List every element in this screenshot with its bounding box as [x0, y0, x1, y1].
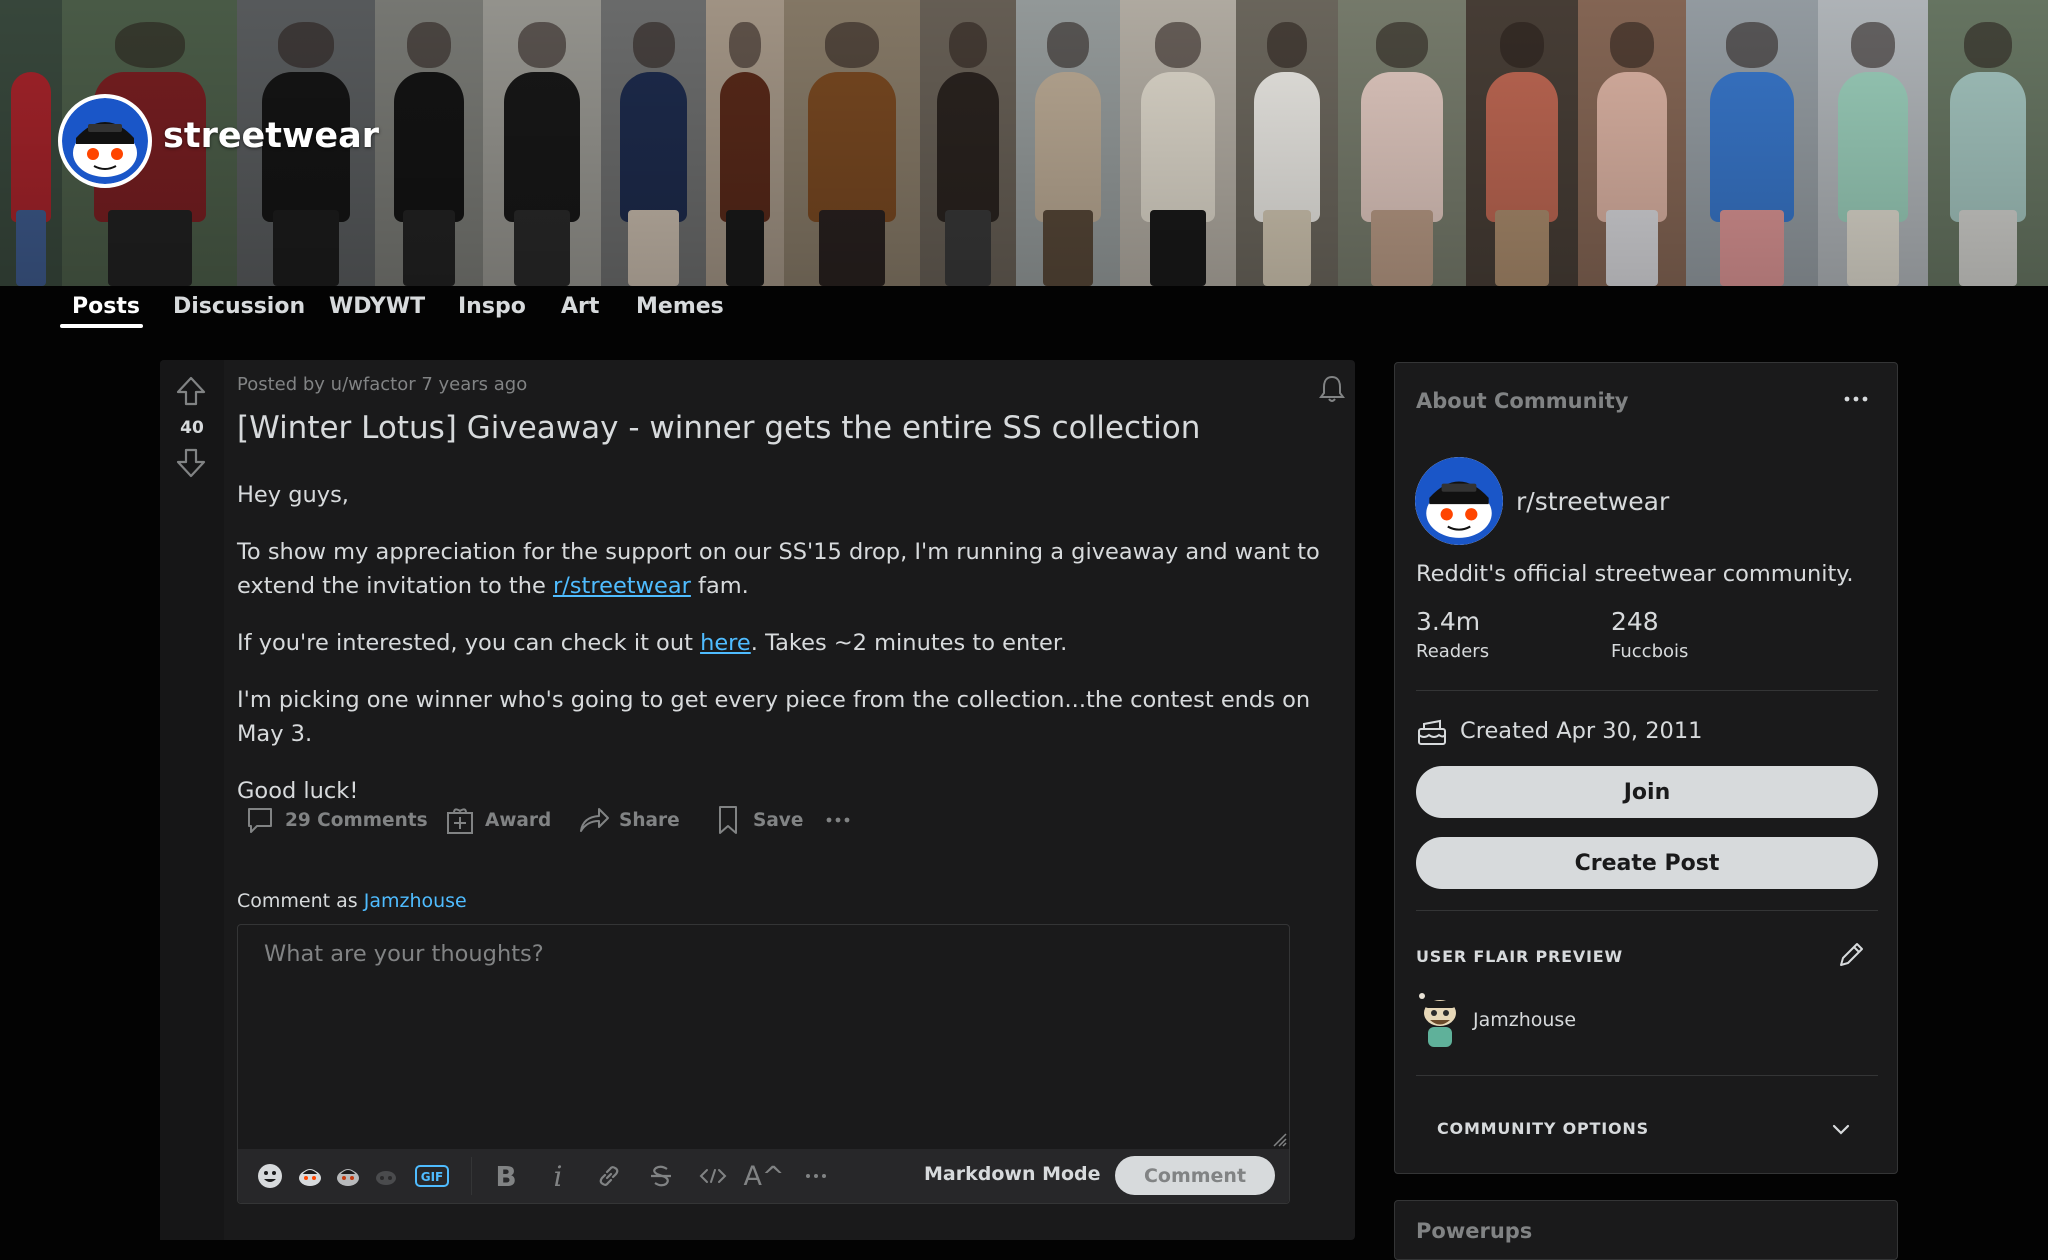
downvote-icon[interactable] [174, 446, 208, 480]
about-community-title: About Community [1416, 389, 1629, 413]
snoo-icon[interactable] [368, 1158, 404, 1194]
divider [1416, 910, 1878, 911]
more-icon [826, 817, 850, 823]
svg-text:GIF: GIF [421, 1170, 444, 1184]
comment-editor: GIF B i A^ Markdown Mode Comment [237, 924, 1290, 1204]
readers-count: 3.4m [1416, 607, 1481, 636]
powerups-title: Powerups [1416, 1219, 1533, 1243]
post-card: 40 Posted by u/wfactor 7 years ago [Wint… [160, 360, 1355, 1240]
giveaway-link[interactable]: here [700, 630, 751, 656]
flair-username: Jamzhouse [1473, 1009, 1577, 1031]
vote-column: 40 [160, 360, 224, 1240]
italic-icon[interactable]: i [540, 1158, 576, 1194]
tab-wdywt[interactable]: WDYWT [329, 294, 425, 330]
pencil-icon[interactable] [1833, 937, 1869, 973]
upvote-icon[interactable] [174, 374, 208, 408]
about-community-card: About Community r/streetwear Reddit's of… [1394, 362, 1898, 1174]
snoo-icon[interactable] [330, 1158, 366, 1194]
community-avatar[interactable] [1415, 457, 1503, 545]
post-paragraph: I'm picking one winner who's going to ge… [237, 687, 1311, 747]
comment-textarea[interactable] [238, 925, 1289, 1149]
toolbar-divider [471, 1157, 472, 1195]
subreddit-avatar[interactable] [58, 94, 152, 188]
tab-memes[interactable]: Memes [636, 294, 724, 330]
comment-as-label: Comment as Jamzhouse [237, 890, 467, 912]
readers-label: Readers [1416, 641, 1490, 662]
notification-bell-icon[interactable] [1315, 372, 1349, 406]
divider [1416, 690, 1878, 691]
save-button[interactable]: Save [711, 798, 803, 842]
post-paragraph: If you're interested, you can check it o… [237, 630, 1068, 656]
post-paragraph: To show my appreciation for the support … [237, 539, 1320, 599]
strikethrough-icon[interactable] [643, 1158, 679, 1194]
community-banner: streetwear [0, 0, 2048, 286]
markdown-mode-toggle[interactable]: Markdown Mode [924, 1163, 1101, 1185]
bookmark-icon [719, 806, 737, 834]
inline-code-icon[interactable] [695, 1158, 731, 1194]
more-options-button[interactable] [821, 798, 855, 842]
comment-icon [248, 808, 272, 833]
gif-icon[interactable]: GIF [414, 1158, 450, 1194]
created-date: Created Apr 30, 2011 [1460, 718, 1703, 744]
create-post-button[interactable]: Create Post [1416, 837, 1878, 889]
link-icon[interactable] [591, 1158, 627, 1194]
comment-submit-button[interactable]: Comment [1115, 1156, 1275, 1195]
chevron-down-icon[interactable] [1827, 1115, 1855, 1143]
tab-discussion[interactable]: Discussion [173, 294, 305, 330]
active-tab-indicator [60, 324, 143, 328]
comments-button[interactable]: 29 Comments [243, 798, 428, 842]
editor-toolbar: GIF B i A^ Markdown Mode Comment [238, 1149, 1289, 1203]
powerups-card: Powerups [1394, 1200, 1898, 1260]
community-description: Reddit's official streetwear community. [1416, 561, 1854, 587]
join-button[interactable]: Join [1416, 766, 1878, 818]
snoo-icon [62, 98, 148, 184]
emoji-icon[interactable] [252, 1158, 288, 1194]
share-button[interactable]: Share [577, 798, 680, 842]
post-body: Hey guys, To show my appreciation for th… [237, 478, 1337, 831]
award-icon [447, 808, 473, 834]
community-options-title[interactable]: COMMUNITY OPTIONS [1437, 1119, 1649, 1138]
subreddit-link[interactable]: r/streetwear [553, 573, 691, 599]
community-nav: Posts Discussion WDYWT Inspo Art Memes [0, 286, 2048, 334]
tab-art[interactable]: Art [561, 294, 599, 330]
community-name[interactable]: r/streetwear [1516, 487, 1669, 516]
online-label: Fuccbois [1611, 641, 1689, 662]
divider [1416, 1075, 1878, 1076]
resize-grip-icon[interactable] [1271, 1131, 1287, 1147]
bold-icon[interactable]: B [488, 1158, 524, 1194]
superscript-icon[interactable]: A^ [743, 1158, 784, 1194]
vote-score: 40 [180, 418, 204, 438]
comment-username[interactable]: Jamzhouse [364, 890, 467, 912]
post-paragraph: Hey guys, [237, 482, 349, 508]
subreddit-name: streetwear [163, 116, 379, 156]
tab-inspo[interactable]: Inspo [458, 294, 526, 330]
online-count: 248 [1611, 607, 1659, 636]
user-flair-preview-title: USER FLAIR PREVIEW [1416, 947, 1623, 966]
user-avatar [1419, 993, 1456, 1047]
snoo-icon [1415, 457, 1503, 545]
share-icon [580, 808, 609, 832]
snoo-icon[interactable] [292, 1158, 328, 1194]
more-icon[interactable] [798, 1158, 834, 1194]
more-icon[interactable] [1840, 383, 1872, 415]
post-meta: Posted by u/wfactor 7 years ago [237, 374, 528, 395]
cake-icon [1418, 719, 1446, 745]
post-title[interactable]: [Winter Lotus] Giveaway - winner gets th… [237, 410, 1200, 446]
award-button[interactable]: Award [443, 798, 551, 842]
